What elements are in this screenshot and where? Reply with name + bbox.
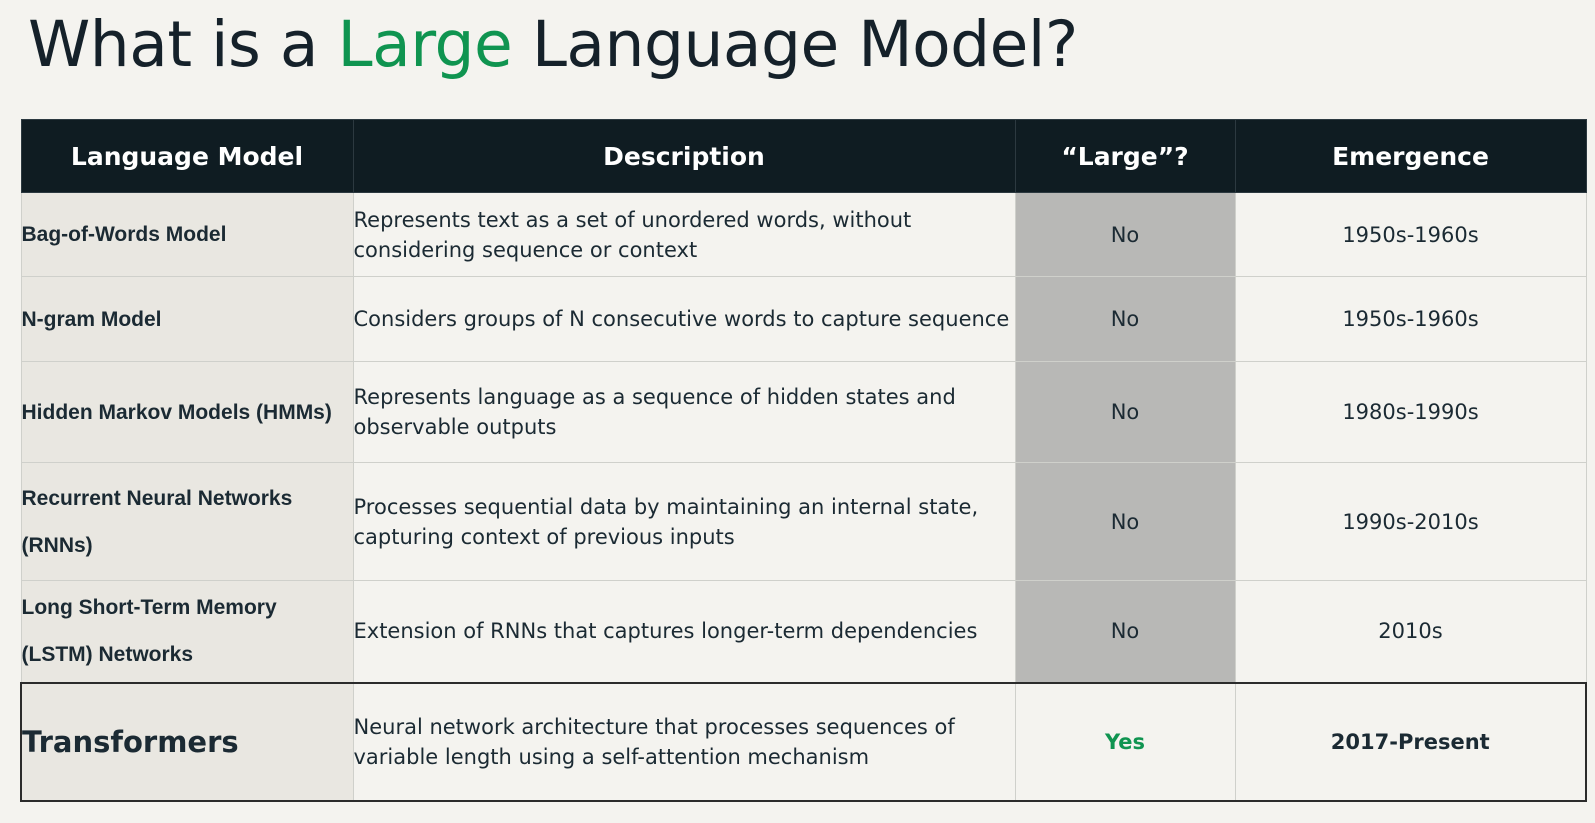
large-cell: No [1014,276,1236,362]
description-cell: Neural network architecture that process… [352,681,1016,802]
emergence-cell: 1980s-1990s [1234,361,1587,463]
column-header-language-model: Language Model [20,119,354,193]
table-row: Long Short-Term Memory (LSTM) Networks E… [20,580,1587,683]
description-cell: Represents language as a sequence of hid… [352,361,1016,463]
large-cell: No [1014,462,1236,581]
title-prefix: What is a [28,8,338,81]
emergence-cell: 1950s-1960s [1234,192,1587,277]
model-name-cell: N-gram Model [20,276,354,362]
table-row: N-gram Model Considers groups of N conse… [20,276,1587,362]
table-body: Bag-of-Words Model Represents text as a … [20,192,1587,802]
slide: What is a Large Language Model? Language… [0,0,1595,823]
large-cell: No [1014,361,1236,463]
model-name-cell: Transformers [20,681,354,802]
large-cell: Yes [1014,681,1236,802]
column-header-emergence: Emergence [1234,119,1587,193]
title-highlight: Large [337,8,513,81]
header-row: Language Model Description “Large”? Emer… [20,119,1587,193]
emergence-cell: 2017-Present [1234,681,1587,802]
emergence-cell: 2010s [1234,580,1587,683]
table-row: Bag-of-Words Model Represents text as a … [20,192,1587,277]
title-suffix: Language Model? [512,8,1079,81]
emergence-cell: 1990s-2010s [1234,462,1587,581]
language-model-table: Language Model Description “Large”? Emer… [20,119,1587,802]
description-cell: Considers groups of N consecutive words … [352,276,1016,362]
description-cell: Extension of RNNs that captures longer-t… [352,580,1016,683]
table-header: Language Model Description “Large”? Emer… [20,119,1587,193]
model-name-cell: Recurrent Neural Networks (RNNs) [20,462,354,581]
model-name-cell: Bag-of-Words Model [20,192,354,277]
emergence-cell: 1950s-1960s [1234,276,1587,362]
description-cell: Represents text as a set of unordered wo… [352,192,1016,277]
table-row-highlighted: Transformers Neural network architecture… [20,681,1587,802]
large-cell: No [1014,192,1236,277]
column-header-large: “Large”? [1014,119,1236,193]
page-title: What is a Large Language Model? [28,2,1078,88]
table-row: Recurrent Neural Networks (RNNs) Process… [20,462,1587,581]
column-header-description: Description [352,119,1016,193]
table-row: Hidden Markov Models (HMMs) Represents l… [20,361,1587,463]
description-cell: Processes sequential data by maintaining… [352,462,1016,581]
large-cell: No [1014,580,1236,683]
model-name-cell: Long Short-Term Memory (LSTM) Networks [20,580,354,683]
model-name-cell: Hidden Markov Models (HMMs) [20,361,354,463]
